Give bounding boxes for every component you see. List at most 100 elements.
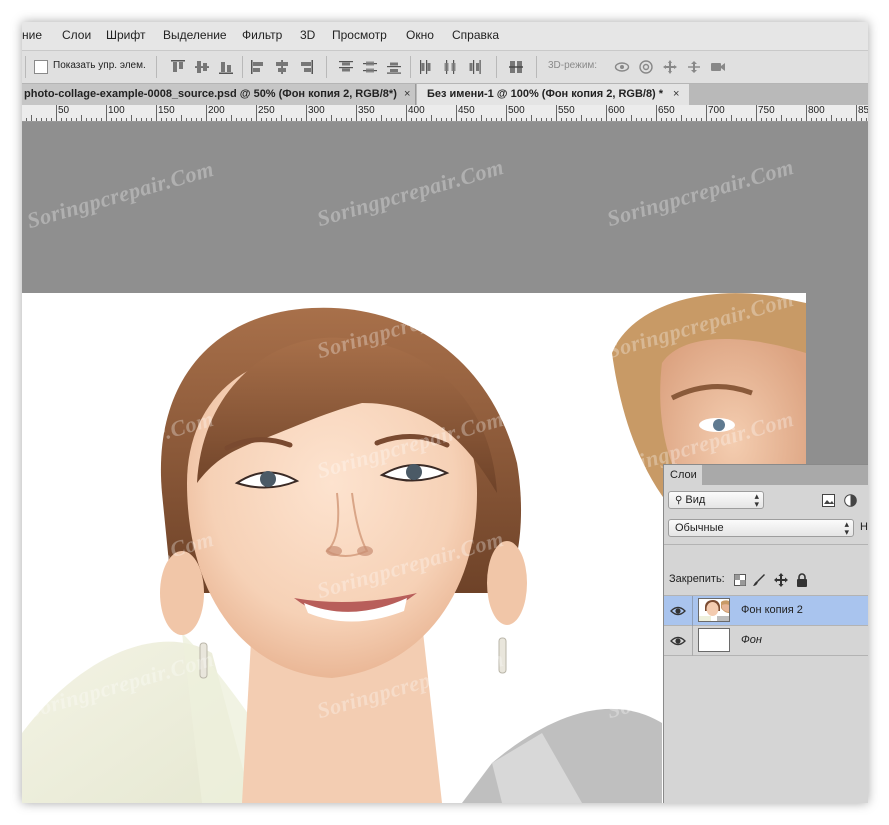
ruler-tick <box>541 118 542 121</box>
filter-adjustment-icon[interactable] <box>844 494 857 507</box>
ruler-tick <box>666 118 667 121</box>
roll-icon[interactable] <box>638 59 654 75</box>
ruler-tick <box>766 118 767 121</box>
ruler-tick <box>326 118 327 121</box>
menu-bar: ние Слои Шрифт Выделение Фильтр 3D Просм… <box>22 22 868 51</box>
menu-item-help[interactable]: Справка <box>452 28 499 42</box>
show-transform-controls-checkbox[interactable] <box>34 60 48 74</box>
ruler-tick <box>206 105 207 121</box>
scale-camera-icon[interactable] <box>710 59 726 75</box>
eye-icon[interactable] <box>670 605 686 617</box>
ruler-tick <box>641 118 642 121</box>
ruler-tick <box>246 118 247 121</box>
ruler-tick <box>591 118 592 121</box>
align-right-icon[interactable] <box>298 59 314 75</box>
dist-bottom-icon[interactable] <box>386 59 402 75</box>
auto-align-icon[interactable] <box>508 59 524 75</box>
ruler-tick <box>51 118 52 121</box>
ruler-tick <box>156 105 157 121</box>
tab-label: Без имени-1 @ 100% (Фон копия 2, RGB/8) … <box>427 88 664 100</box>
opacity-label-cut: Н <box>860 521 868 533</box>
ruler-tick <box>826 118 827 121</box>
ruler-tick <box>171 118 172 121</box>
lock-all-icon[interactable] <box>796 573 808 587</box>
align-bottom-icon[interactable] <box>218 59 234 75</box>
ruler-tick <box>456 105 457 121</box>
slide-icon[interactable] <box>686 59 702 75</box>
align-top-icon[interactable] <box>170 59 186 75</box>
orbit-icon[interactable] <box>614 59 630 75</box>
tab-close-icon[interactable]: × <box>673 84 679 105</box>
chevron-updown-icon: ▴ ▾ <box>844 519 849 537</box>
photoshop-window: ние Слои Шрифт Выделение Фильтр 3D Просм… <box>22 22 868 803</box>
ruler-tick <box>611 118 612 121</box>
toolbar-separator <box>156 56 157 78</box>
ruler-tick <box>721 118 722 121</box>
ruler-tick <box>846 118 847 121</box>
ruler-tick <box>146 118 147 121</box>
ruler-tick <box>536 118 537 121</box>
ruler-tick <box>216 118 217 121</box>
align-vcenter-icon[interactable] <box>194 59 210 75</box>
menu-item-window[interactable]: Окно <box>406 28 434 42</box>
ruler-tick <box>741 118 742 121</box>
lock-position-move-icon[interactable] <box>774 573 788 587</box>
ruler-tick <box>26 118 27 121</box>
ruler-tick <box>276 118 277 121</box>
layer-row-fon[interactable]: Фон <box>664 626 868 656</box>
dist-right-icon[interactable] <box>466 59 482 75</box>
dist-top-icon[interactable] <box>338 59 354 75</box>
ruler-tick <box>481 115 482 121</box>
menu-item-filter[interactable]: Фильтр <box>242 28 282 42</box>
ruler-tick <box>131 115 132 121</box>
watermark-text: Soringpcrepair.Com <box>604 153 797 232</box>
ruler-tick <box>56 105 57 121</box>
dist-left-icon[interactable] <box>418 59 434 75</box>
ruler-tick <box>731 115 732 121</box>
tab-untitled-1[interactable]: Без имени-1 @ 100% (Фон копия 2, RGB/8) … <box>417 84 689 105</box>
menu-item-view[interactable]: Просмотр <box>332 28 387 42</box>
tab-close-icon[interactable]: × <box>404 84 410 105</box>
horizontal-ruler[interactable]: 50 100 150 200 250 300 350 400 450 500 550 600 650 70… <box>22 105 868 122</box>
blend-mode-select[interactable]: Обычные ▴ ▾ <box>668 519 854 537</box>
ruler-tick <box>686 118 687 121</box>
watermark-text: Soringpcrepair.Com <box>314 153 507 232</box>
filter-image-icon[interactable] <box>822 494 835 507</box>
ruler-tick <box>196 118 197 121</box>
dist-vcenter-icon[interactable] <box>362 59 378 75</box>
ruler-tick <box>756 105 757 121</box>
lock-transparent-icon[interactable] <box>734 574 746 586</box>
ruler-label: 600 <box>608 105 625 116</box>
ruler-tick <box>136 118 137 121</box>
ruler-tick <box>306 105 307 121</box>
layer-row-fon-kopiya-2[interactable]: Фон копия 2 <box>664 596 868 626</box>
pan-icon[interactable] <box>662 59 678 75</box>
menu-item-3d[interactable]: 3D <box>300 28 315 42</box>
ruler-tick <box>366 118 367 121</box>
menu-item-edit-partial[interactable]: ние <box>22 28 42 42</box>
lock-pixels-brush-icon[interactable] <box>752 573 766 587</box>
tab-photo-collage[interactable]: photo-collage-example-0008_source.psd @ … <box>22 84 416 105</box>
ruler-tick <box>866 118 867 121</box>
ruler-label: 350 <box>358 105 375 116</box>
align-hcenter-icon[interactable] <box>274 59 290 75</box>
menu-item-type[interactable]: Шрифт <box>106 28 145 42</box>
ruler-tick <box>301 118 302 121</box>
ruler-label: 200 <box>208 105 225 116</box>
ruler-tick <box>806 105 807 121</box>
dist-hcenter-icon[interactable] <box>442 59 458 75</box>
menu-item-layers[interactable]: Слои <box>62 28 91 42</box>
ruler-tick <box>621 118 622 121</box>
ruler-tick <box>671 118 672 121</box>
eye-icon[interactable] <box>670 635 686 647</box>
layer-filter-select[interactable]: ⚲ Вид ▴ ▾ <box>668 491 764 509</box>
ruler-tick <box>451 118 452 121</box>
ruler-tick <box>811 118 812 121</box>
tab-layers[interactable]: Слои <box>664 465 702 485</box>
ruler-tick <box>466 118 467 121</box>
ruler-tick <box>516 118 517 121</box>
menu-item-select[interactable]: Выделение <box>163 28 227 42</box>
align-left-icon[interactable] <box>250 59 266 75</box>
ruler-tick <box>616 118 617 121</box>
ruler-tick <box>716 118 717 121</box>
